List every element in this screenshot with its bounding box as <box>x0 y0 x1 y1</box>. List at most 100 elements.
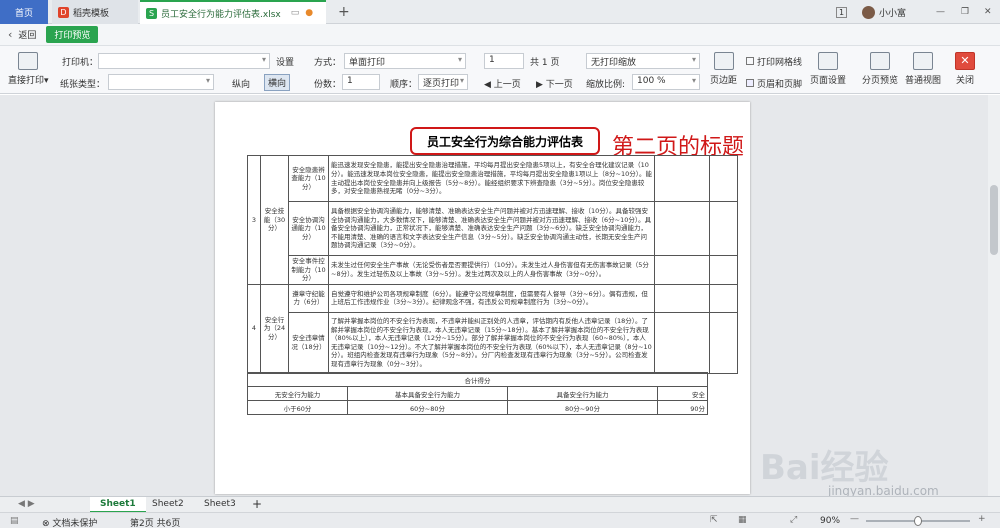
grid-view-icon <box>913 52 933 70</box>
score-cell <box>654 201 710 256</box>
vertical-scrollbar[interactable] <box>988 95 1000 496</box>
sheet-tab-2[interactable]: Sheet2 <box>142 497 194 513</box>
tab-home[interactable]: 首页 <box>0 0 48 24</box>
normal-view-button[interactable]: 普通视图 <box>905 52 941 86</box>
user-account[interactable]: 小小富 <box>856 0 912 24</box>
printer-label: 打印机： <box>62 58 99 68</box>
settings-button[interactable]: 设置 <box>276 55 294 68</box>
order-label: 顺序： <box>390 80 418 90</box>
zoom-select[interactable]: 100 % ▾ <box>632 74 700 90</box>
order-select[interactable]: 逐页打印 ▾ <box>418 74 468 90</box>
paper-type-select[interactable]: ▾ <box>108 74 214 90</box>
margins-icon <box>713 52 734 70</box>
table-row: 3 安全技能（30分） 安全隐患辨查能力（10分） 能迅速发现安全隐患，能提出安… <box>247 155 738 285</box>
checkbox-icon <box>746 57 754 65</box>
docer-icon: D <box>58 6 69 18</box>
sheet-tab-1[interactable]: Sheet1 <box>90 497 146 513</box>
print-toolbar: 直接打印▾ 打印机： ▾ 设置 纸张类型： ▾ 纵向 横向 方式： 单面打印 ▾ … <box>0 46 1000 94</box>
score-range-cell: 90分 <box>657 400 708 415</box>
level-cell: 基本具备安全行为能力 <box>347 386 508 401</box>
copies-input[interactable]: 1 <box>342 74 380 90</box>
page-setup-button[interactable]: 页面设置 <box>810 52 846 86</box>
method-select[interactable]: 单面打印 ▾ <box>344 53 466 69</box>
table-row: 安全事件控制能力（10分） 未发生过任何安全生产事故（无论受伤者是否要提供行）（… <box>248 255 738 285</box>
criteria-cell: 未发生过任何安全生产事故（无论受伤者是否要提供行）（10分）。未发生过人身伤害但… <box>328 255 655 285</box>
portrait-button[interactable]: 纵向 <box>232 77 250 90</box>
next-page-label: 下一页 <box>545 80 573 90</box>
document-icon: ▤ <box>10 516 19 526</box>
direct-print-label: 直接打印 <box>8 76 45 86</box>
margins-button[interactable]: 页边距 <box>710 52 737 86</box>
score-cell <box>654 283 710 313</box>
protect-status[interactable]: ⊗ 文档未保护 <box>42 516 97 529</box>
zoom-status[interactable]: 90% <box>820 516 840 526</box>
landscape-label: 横向 <box>268 79 287 89</box>
page-preview-label: 分页预览 <box>862 76 899 86</box>
criteria-cell: 自觉遵守和维护公司各项规章制度（6分）。能遵守公司规章制度，但需要有人督导（3分… <box>328 283 655 313</box>
evaluation-table: 3 安全技能（30分） 安全隐患辨查能力（10分） 能迅速发现安全隐患，能提出安… <box>247 155 738 374</box>
zoom-slider[interactable] <box>866 516 970 526</box>
item-cell: 遵章守纪能力（6分） <box>288 283 329 313</box>
score-range-cell: 80分~90分 <box>507 400 658 415</box>
tab-file-label: 员工安全行为能力评估表.xlsx <box>161 9 281 20</box>
score-range-cell: 60分~80分 <box>347 400 508 415</box>
header-footer-icon <box>746 79 754 87</box>
total-label: 合计得分 <box>247 372 708 387</box>
sheet-nav-arrows[interactable]: ◀ ▶ <box>8 497 45 513</box>
direct-print-button[interactable]: 直接打印▾ <box>8 52 49 86</box>
remark-cell <box>709 201 738 256</box>
remark-cell <box>709 255 738 285</box>
prev-page-label: 上一页 <box>493 80 521 90</box>
spreadsheet-icon: S <box>146 7 157 19</box>
prev-page-button[interactable]: ◀ 上一页 <box>484 77 521 90</box>
tab-home-label: 首页 <box>14 8 33 19</box>
close-preview-button[interactable]: ✕ 关闭 <box>955 52 975 86</box>
tab-template[interactable]: D 稻壳模板 <box>52 0 138 24</box>
margins-label: 页边距 <box>710 76 738 86</box>
page-preview-button[interactable]: 分页预览 <box>862 52 898 86</box>
zoom-out-button[interactable]: — <box>850 514 859 524</box>
add-sheet-button[interactable]: + <box>242 497 272 513</box>
monitor-icon[interactable]: ▭ <box>291 8 300 18</box>
page-status: 第2页 共6页 <box>130 519 181 529</box>
watermark-logo: Bai经验 <box>760 440 889 489</box>
layout-icon[interactable]: ▦ <box>738 515 747 525</box>
close-window-button[interactable]: ✕ <box>978 0 998 24</box>
fit-view-icon[interactable]: ⇱ <box>710 515 718 525</box>
fullscreen-icon[interactable]: ⤢ <box>790 515 797 525</box>
sheet-title-highlight: 员工安全行为综合能力评估表 <box>410 127 600 155</box>
back-button[interactable]: 返回 <box>18 28 36 41</box>
minimize-button[interactable]: — <box>930 0 951 24</box>
tab-file[interactable]: S 员工安全行为能力评估表.xlsx ▭ ● <box>140 0 326 24</box>
category-cell: 安全技能（30分） <box>260 155 289 285</box>
next-page-button[interactable]: ▶ 下一页 <box>536 77 573 90</box>
landscape-button[interactable]: 横向 <box>264 74 291 91</box>
remark-cell <box>709 155 738 202</box>
score-cell <box>654 155 710 202</box>
header-footer-button[interactable]: 页眉和页脚 <box>746 77 802 90</box>
level-cell: 具备安全行为能力 <box>507 386 658 401</box>
preview-header: ‹ 返回 打印预览 <box>0 24 1000 46</box>
status-bar: ▤ ⊗ 文档未保护 第2页 共6页 ⇱ ▦ ⤢ 90% — + <box>0 512 1000 529</box>
table-row: 4 安全行为（24分） 遵章守纪能力（6分） 自觉遵守和维护公司各项规章制度（6… <box>247 283 738 374</box>
close-icon: ✕ <box>955 52 975 70</box>
printer-select[interactable]: ▾ <box>98 53 270 69</box>
restore-button[interactable]: ❐ <box>955 0 975 24</box>
item-cell: 安全事件控制能力（10分） <box>288 255 329 285</box>
scale-select[interactable]: 无打印缩放 ▾ <box>586 53 700 69</box>
criteria-cell: 能迅速发现安全隐患，能提出安全隐患治理措施，平均每月提出安全隐患5项以上，有安全… <box>328 155 655 202</box>
scrollbar-thumb[interactable] <box>990 185 998 255</box>
zoom-slider-thumb[interactable] <box>914 516 922 526</box>
new-tab-button[interactable]: + <box>332 0 356 24</box>
print-grid-checkbox[interactable]: 打印网格线 <box>746 55 802 68</box>
sheet-tab-3[interactable]: Sheet3 <box>194 497 246 513</box>
back-arrow-icon[interactable]: ‹ <box>8 28 12 41</box>
print-grid-label: 打印网格线 <box>757 58 803 68</box>
watermark-text: Bai经验 <box>760 448 889 488</box>
copies-label: 份数： <box>314 80 342 90</box>
page-setup-label: 页面设置 <box>810 76 847 86</box>
tab-template-label: 稻壳模板 <box>73 8 110 19</box>
criteria-cell: 具备根据安全协调沟通能力，能够清楚、准确表达安全生产问题并被对方迅速理解、接收（… <box>328 201 655 256</box>
page-input[interactable]: 1 <box>484 53 524 69</box>
zoom-in-button[interactable]: + <box>978 514 986 524</box>
